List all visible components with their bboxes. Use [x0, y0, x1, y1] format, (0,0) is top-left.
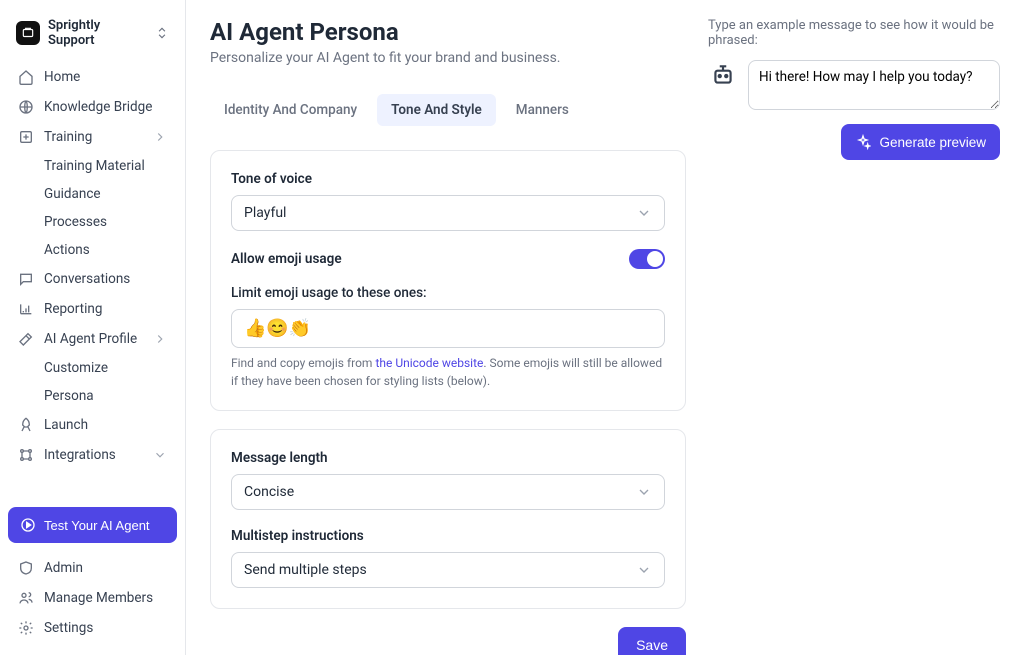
bot-icon: [708, 60, 738, 90]
sidebar-item-label: Actions: [44, 242, 167, 258]
unicode-link[interactable]: the Unicode website: [375, 356, 483, 370]
chevron-down-icon: [636, 205, 652, 221]
sidebar-item-label: Processes: [44, 214, 167, 230]
workspace-icon: [16, 21, 40, 45]
sidebar-item-label: Manage Members: [44, 590, 167, 606]
tab-identity[interactable]: Identity And Company: [210, 94, 371, 126]
sidebar-item-label: Admin: [44, 560, 167, 576]
length-value: Concise: [244, 484, 294, 500]
multistep-value: Send multiple steps: [244, 562, 367, 578]
sparkle-icon: [855, 134, 871, 150]
chevron-right-icon: [153, 130, 167, 144]
sidebar-item-label: Reporting: [44, 301, 167, 317]
tab-manners[interactable]: Manners: [502, 94, 583, 126]
page-subtitle: Personalize your AI Agent to fit your br…: [210, 50, 686, 66]
globe-icon: [18, 99, 34, 115]
wand-icon: [18, 331, 34, 347]
sidebar-item-label: Customize: [44, 360, 167, 376]
tone-card: Tone of voice Playful Allow emoji usage …: [210, 150, 686, 411]
sidebar-item-reporting[interactable]: Reporting: [8, 294, 177, 324]
sidebar-item-ai-agent-profile[interactable]: AI Agent Profile: [8, 324, 177, 354]
sidebar-sub-guidance[interactable]: Guidance: [34, 180, 177, 208]
test-agent-label: Test Your AI Agent: [44, 518, 150, 533]
multistep-select[interactable]: Send multiple steps: [231, 552, 665, 588]
emoji-help-text: Find and copy emojis from the Unicode we…: [231, 354, 665, 390]
sidebar-item-label: Knowledge Bridge: [44, 99, 167, 115]
chevron-down-icon: [153, 448, 167, 462]
length-select[interactable]: Concise: [231, 474, 665, 510]
page-title: AI Agent Persona: [210, 18, 686, 46]
sidebar-sub-persona[interactable]: Persona: [34, 382, 177, 410]
chevron-right-icon: [153, 332, 167, 346]
home-icon: [18, 69, 34, 85]
emoji-toggle-label: Allow emoji usage: [231, 251, 342, 267]
sidebar-item-label: Home: [44, 69, 167, 85]
workspace-name: Sprightly Support: [48, 18, 147, 48]
sidebar-item-label: Persona: [44, 388, 167, 404]
sidebar-item-home[interactable]: Home: [8, 62, 177, 92]
sidebar-item-label: Launch: [44, 417, 167, 433]
integrations-icon: [18, 447, 34, 463]
chart-icon: [18, 301, 34, 317]
sidebar-item-training[interactable]: Training: [8, 122, 177, 152]
sidebar-sub-actions[interactable]: Actions: [34, 236, 177, 264]
tone-select[interactable]: Playful: [231, 195, 665, 231]
length-label: Message length: [231, 450, 665, 466]
generate-preview-button[interactable]: Generate preview: [841, 124, 1000, 160]
sidebar-item-label: Training Material: [44, 158, 167, 174]
sidebar-item-admin[interactable]: Admin: [8, 553, 177, 583]
chevron-updown-icon: [155, 26, 169, 40]
sidebar-item-label: AI Agent Profile: [44, 331, 143, 347]
sidebar-item-label: Training: [44, 129, 143, 145]
sidebar-item-integrations[interactable]: Integrations: [8, 440, 177, 470]
tab-tone[interactable]: Tone And Style: [377, 94, 496, 126]
sidebar-sub-processes[interactable]: Processes: [34, 208, 177, 236]
shield-icon: [18, 560, 34, 576]
sidebar-item-label: Settings: [44, 620, 167, 636]
chat-icon: [18, 271, 34, 287]
preview-textarea[interactable]: [748, 60, 1000, 110]
sidebar-sub-customize[interactable]: Customize: [34, 354, 177, 382]
sidebar-item-settings[interactable]: Settings: [8, 613, 177, 643]
sidebar-item-knowledge[interactable]: Knowledge Bridge: [8, 92, 177, 122]
tone-label: Tone of voice: [231, 171, 665, 187]
play-icon: [20, 517, 36, 533]
sidebar-item-conversations[interactable]: Conversations: [8, 264, 177, 294]
chevron-down-icon: [636, 562, 652, 578]
preview-hint: Type an example message to see how it wo…: [708, 18, 1000, 48]
sidebar-sub-training-material[interactable]: Training Material: [34, 152, 177, 180]
save-button[interactable]: Save: [618, 627, 686, 655]
test-agent-button[interactable]: Test Your AI Agent: [8, 507, 177, 543]
sidebar-item-label: Guidance: [44, 186, 167, 202]
emoji-input[interactable]: [231, 309, 665, 348]
emoji-toggle[interactable]: [629, 249, 665, 269]
generate-label: Generate preview: [879, 135, 986, 150]
workspace-switcher[interactable]: Sprightly Support: [8, 12, 177, 54]
training-icon: [18, 129, 34, 145]
message-card: Message length Concise Multistep instruc…: [210, 429, 686, 609]
gear-icon: [18, 620, 34, 636]
rocket-icon: [18, 417, 34, 433]
users-icon: [18, 590, 34, 606]
tabs: Identity And Company Tone And Style Mann…: [210, 94, 686, 126]
multistep-label: Multistep instructions: [231, 528, 665, 544]
sidebar-item-label: Integrations: [44, 447, 143, 463]
sidebar-item-launch[interactable]: Launch: [8, 410, 177, 440]
sidebar-item-members[interactable]: Manage Members: [8, 583, 177, 613]
emoji-limit-label: Limit emoji usage to these ones:: [231, 285, 665, 301]
tone-value: Playful: [244, 205, 286, 221]
sidebar-item-label: Conversations: [44, 271, 167, 287]
chevron-down-icon: [636, 484, 652, 500]
